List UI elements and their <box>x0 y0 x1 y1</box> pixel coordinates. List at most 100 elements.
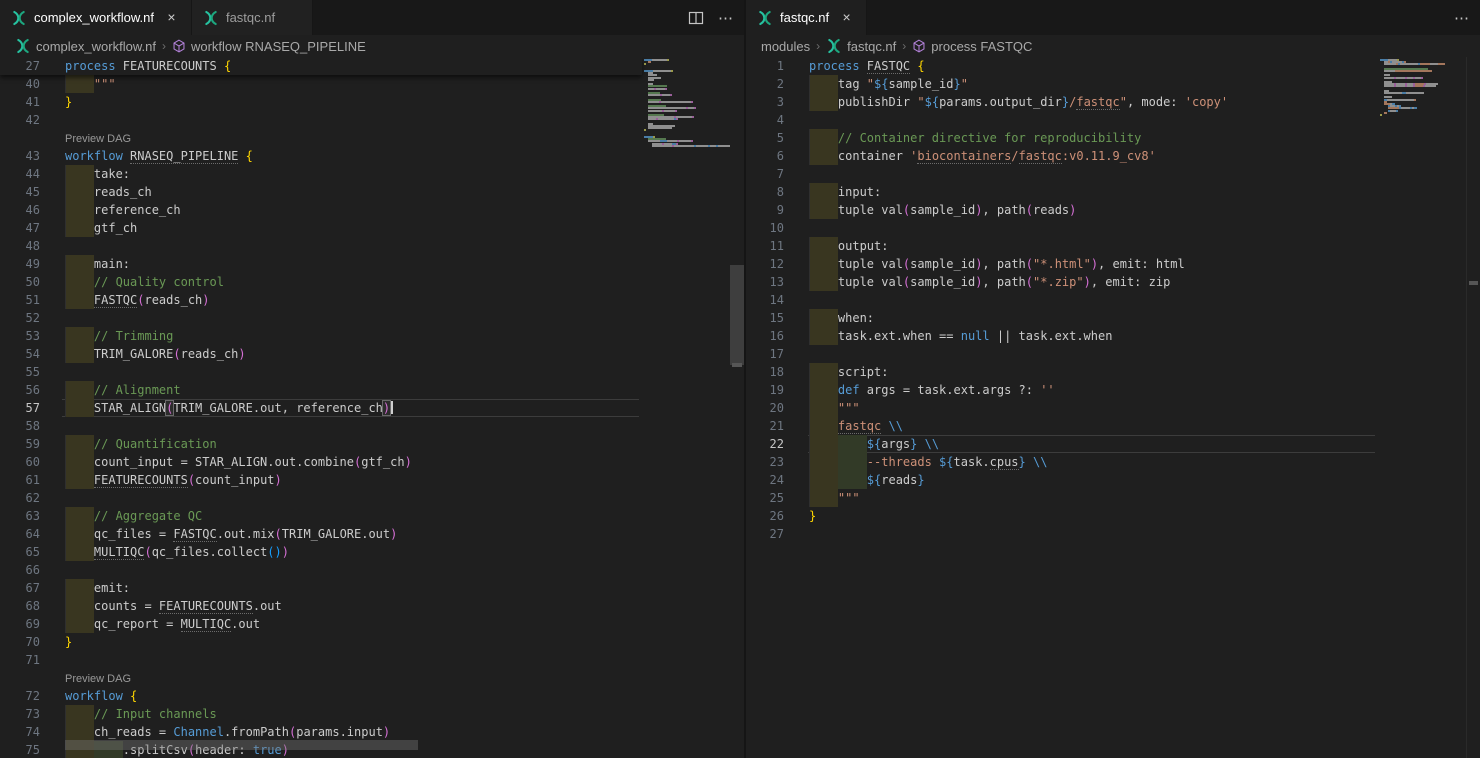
code-line[interactable]: 8input: <box>746 183 1378 201</box>
codelens-link[interactable]: Preview DAG <box>65 673 131 685</box>
code-line[interactable]: 55 <box>0 363 642 381</box>
codelens-row[interactable]: Preview DAG <box>0 669 642 687</box>
minimap-left[interactable] <box>642 59 730 758</box>
code-line[interactable]: 41} <box>0 93 642 111</box>
breadcrumb-item[interactable]: process FASTQC <box>912 39 1032 54</box>
code-line[interactable]: 56// Alignment <box>0 381 642 399</box>
code-content: counts = FEATURECOUNTS.out <box>65 597 282 615</box>
code-line[interactable]: 50// Quality control <box>0 273 642 291</box>
code-line[interactable]: 40""" <box>0 75 642 93</box>
sticky-scroll-line[interactable]: 27process FEATURECOUNTS { <box>0 57 642 75</box>
code-line[interactable]: 1process FASTQC { <box>746 57 1378 75</box>
code-line[interactable]: 69qc_report = MULTIQC.out <box>0 615 642 633</box>
code-line[interactable]: 67emit: <box>0 579 642 597</box>
minimap-line <box>1380 77 1423 79</box>
code-line[interactable]: 3publishDir "${params.output_dir}/fastqc… <box>746 93 1378 111</box>
code-line[interactable]: 46reference_ch <box>0 201 642 219</box>
close-icon[interactable]: × <box>838 9 855 26</box>
code-line[interactable]: 48 <box>0 237 642 255</box>
code-line[interactable]: 16task.ext.when == null || task.ext.when <box>746 327 1378 345</box>
code-line[interactable]: 47gtf_ch <box>0 219 642 237</box>
code-line[interactable]: 42 <box>0 111 642 129</box>
close-icon[interactable]: × <box>163 9 180 26</box>
code-line[interactable]: 70} <box>0 633 642 651</box>
code-line[interactable]: 71 <box>0 651 642 669</box>
breadcrumb-item[interactable]: workflow RNASEQ_PIPELINE <box>172 39 366 54</box>
code-line[interactable]: 26} <box>746 507 1378 525</box>
code-line[interactable]: 23--threads ${task.cpus} \\ <box>746 453 1378 471</box>
code-line[interactable]: 73// Input channels <box>0 705 642 723</box>
code-line[interactable]: 51FASTQC(reads_ch) <box>0 291 642 309</box>
code-line[interactable]: 2tag "${sample_id}" <box>746 75 1378 93</box>
vertical-scrollbar-right[interactable] <box>1466 57 1480 758</box>
code-line[interactable]: 52 <box>0 309 642 327</box>
code-line[interactable]: 65MULTIQC(qc_files.collect()) <box>0 543 642 561</box>
nextflow-file-icon <box>203 10 219 26</box>
code-line[interactable]: 58 <box>0 417 642 435</box>
code-token: FASTQC <box>173 527 216 542</box>
minimap-line <box>644 118 678 120</box>
code-line[interactable]: 27 <box>746 525 1378 543</box>
code-line[interactable]: 13tuple val(sample_id), path("*.zip"), e… <box>746 273 1378 291</box>
code-line[interactable]: 22${args} \\ <box>746 435 1378 453</box>
more-actions-icon[interactable]: ⋯ <box>718 9 734 27</box>
code-line[interactable]: 45reads_ch <box>0 183 642 201</box>
line-number: 70 <box>0 633 40 651</box>
code-line[interactable]: 49main: <box>0 255 642 273</box>
more-actions-icon[interactable]: ⋯ <box>1454 9 1470 27</box>
code-line[interactable]: 19def args = task.ext.args ?: '' <box>746 381 1378 399</box>
breadcrumb-item[interactable]: fastqc.nf <box>826 38 896 54</box>
code-line[interactable]: 11output: <box>746 237 1378 255</box>
tab-fastqc-nf[interactable]: fastqc.nf× <box>192 0 313 35</box>
minimap-right[interactable] <box>1378 59 1466 758</box>
code-line[interactable]: 17 <box>746 345 1378 363</box>
code-line[interactable]: 5// Container directive for reproducibil… <box>746 129 1378 147</box>
code-line[interactable]: 18script: <box>746 363 1378 381</box>
code-line[interactable]: 24${reads} <box>746 471 1378 489</box>
code-line[interactable]: 6container 'biocontainers/fastqc:v0.11.9… <box>746 147 1378 165</box>
code-line[interactable]: 25""" <box>746 489 1378 507</box>
code-line[interactable]: 12tuple val(sample_id), path("*.html"), … <box>746 255 1378 273</box>
code-line[interactable]: 53// Trimming <box>0 327 642 345</box>
code-line[interactable]: 64qc_files = FASTQC.out.mix(TRIM_GALORE.… <box>0 525 642 543</box>
code-line[interactable]: 60count_input = STAR_ALIGN.out.combine(g… <box>0 453 642 471</box>
line-number: 59 <box>0 435 40 453</box>
code-line[interactable]: 66 <box>0 561 642 579</box>
breadcrumb-item[interactable]: complex_workflow.nf <box>15 38 156 54</box>
code-token: ) <box>1091 257 1098 271</box>
code-line[interactable]: 20""" <box>746 399 1378 417</box>
vertical-scrollbar-thumb[interactable] <box>730 265 744 365</box>
code-line[interactable]: 72workflow { <box>0 687 642 705</box>
code-line[interactable]: 57STAR_ALIGN(TRIM_GALORE.out, reference_… <box>0 399 642 417</box>
horizontal-scrollbar-thumb[interactable] <box>65 740 418 750</box>
code-line[interactable]: 10 <box>746 219 1378 237</box>
tab-complex_workflow-nf[interactable]: complex_workflow.nf× <box>0 0 192 35</box>
code-line[interactable]: 4 <box>746 111 1378 129</box>
code-line[interactable]: 15when: <box>746 309 1378 327</box>
code-line[interactable]: 63// Aggregate QC <box>0 507 642 525</box>
vertical-scrollbar-left[interactable] <box>730 57 744 758</box>
breadcrumb-label: workflow RNASEQ_PIPELINE <box>191 39 366 54</box>
code-line[interactable]: 7 <box>746 165 1378 183</box>
tab-fastqc-nf[interactable]: fastqc.nf× <box>746 0 867 35</box>
code-token: tuple val <box>838 257 903 271</box>
codelens-row[interactable]: Preview DAG <box>0 129 642 147</box>
code-line[interactable]: 68counts = FEATURECOUNTS.out <box>0 597 642 615</box>
code-line[interactable]: 54TRIM_GALORE(reads_ch) <box>0 345 642 363</box>
line-number: 14 <box>746 291 784 309</box>
code-line[interactable]: 62 <box>0 489 642 507</box>
code-token: '' <box>1040 383 1054 397</box>
code-content: // Aggregate QC <box>65 507 202 525</box>
code-line[interactable]: 14 <box>746 291 1378 309</box>
breadcrumb-item[interactable]: modules <box>761 39 810 54</box>
horizontal-scrollbar-left[interactable] <box>0 740 730 750</box>
code-line[interactable]: 43workflow RNASEQ_PIPELINE { <box>0 147 642 165</box>
code-line[interactable]: 59// Quantification <box>0 435 642 453</box>
code-line[interactable]: 21fastqc \\ <box>746 417 1378 435</box>
code-line[interactable]: 9tuple val(sample_id), path(reads) <box>746 201 1378 219</box>
split-editor-icon[interactable] <box>688 10 704 26</box>
code-line[interactable]: 44take: <box>0 165 642 183</box>
code-line[interactable]: 61FEATURECOUNTS(count_input) <box>0 471 642 489</box>
code-line[interactable]: 74ch_reads = Channel.fromPath(params.inp… <box>0 723 642 741</box>
codelens-link[interactable]: Preview DAG <box>65 133 131 145</box>
